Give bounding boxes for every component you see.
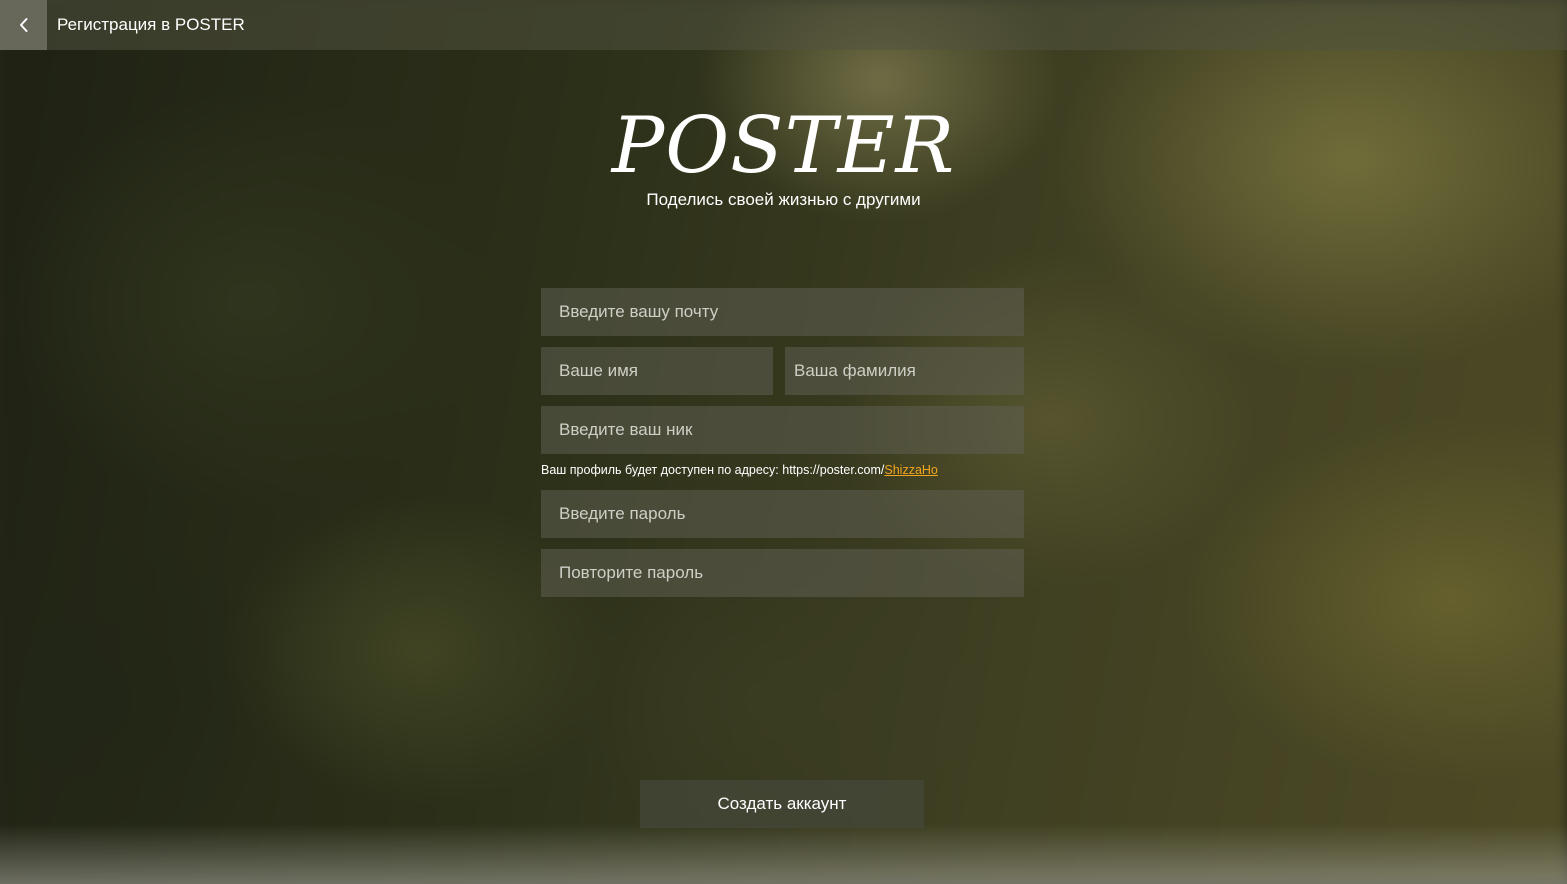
last-name-input[interactable] (785, 347, 1024, 395)
registration-screen: Регистрация в POSTER POSTER Поделись сво… (0, 0, 1567, 884)
first-name-input[interactable] (541, 347, 773, 395)
logo: POSTER (611, 101, 956, 191)
bottom-glow (0, 824, 1567, 884)
password-input[interactable] (541, 490, 1024, 538)
password-field-box (541, 490, 1024, 538)
nick-input[interactable] (541, 406, 1024, 454)
last-name-field-box (785, 347, 1024, 395)
page-title: Регистрация в POSTER (57, 15, 245, 34)
first-name-field-box (541, 347, 773, 395)
profile-nick-link[interactable]: ShizzaHo (884, 463, 938, 477)
profile-url-prefix: Ваш профиль будет доступен по адресу: ht… (541, 463, 885, 477)
repeat-password-input[interactable] (541, 549, 1024, 597)
brand-block: POSTER Поделись своей жизнью с другими (0, 96, 1567, 210)
chevron-left-icon (19, 18, 27, 32)
email-field-box (541, 288, 1024, 336)
repeat-password-field-box (541, 549, 1024, 597)
nick-field-box (541, 406, 1024, 454)
email-input[interactable] (541, 288, 1024, 336)
create-account-button[interactable]: Создать аккаунт (640, 780, 924, 828)
tagline: Поделись своей жизнью с другими (646, 190, 921, 209)
profile-url-hint: Ваш профиль будет доступен по адресу: ht… (541, 463, 938, 477)
back-button[interactable] (0, 0, 47, 50)
top-bar: Регистрация в POSTER (0, 0, 1567, 50)
